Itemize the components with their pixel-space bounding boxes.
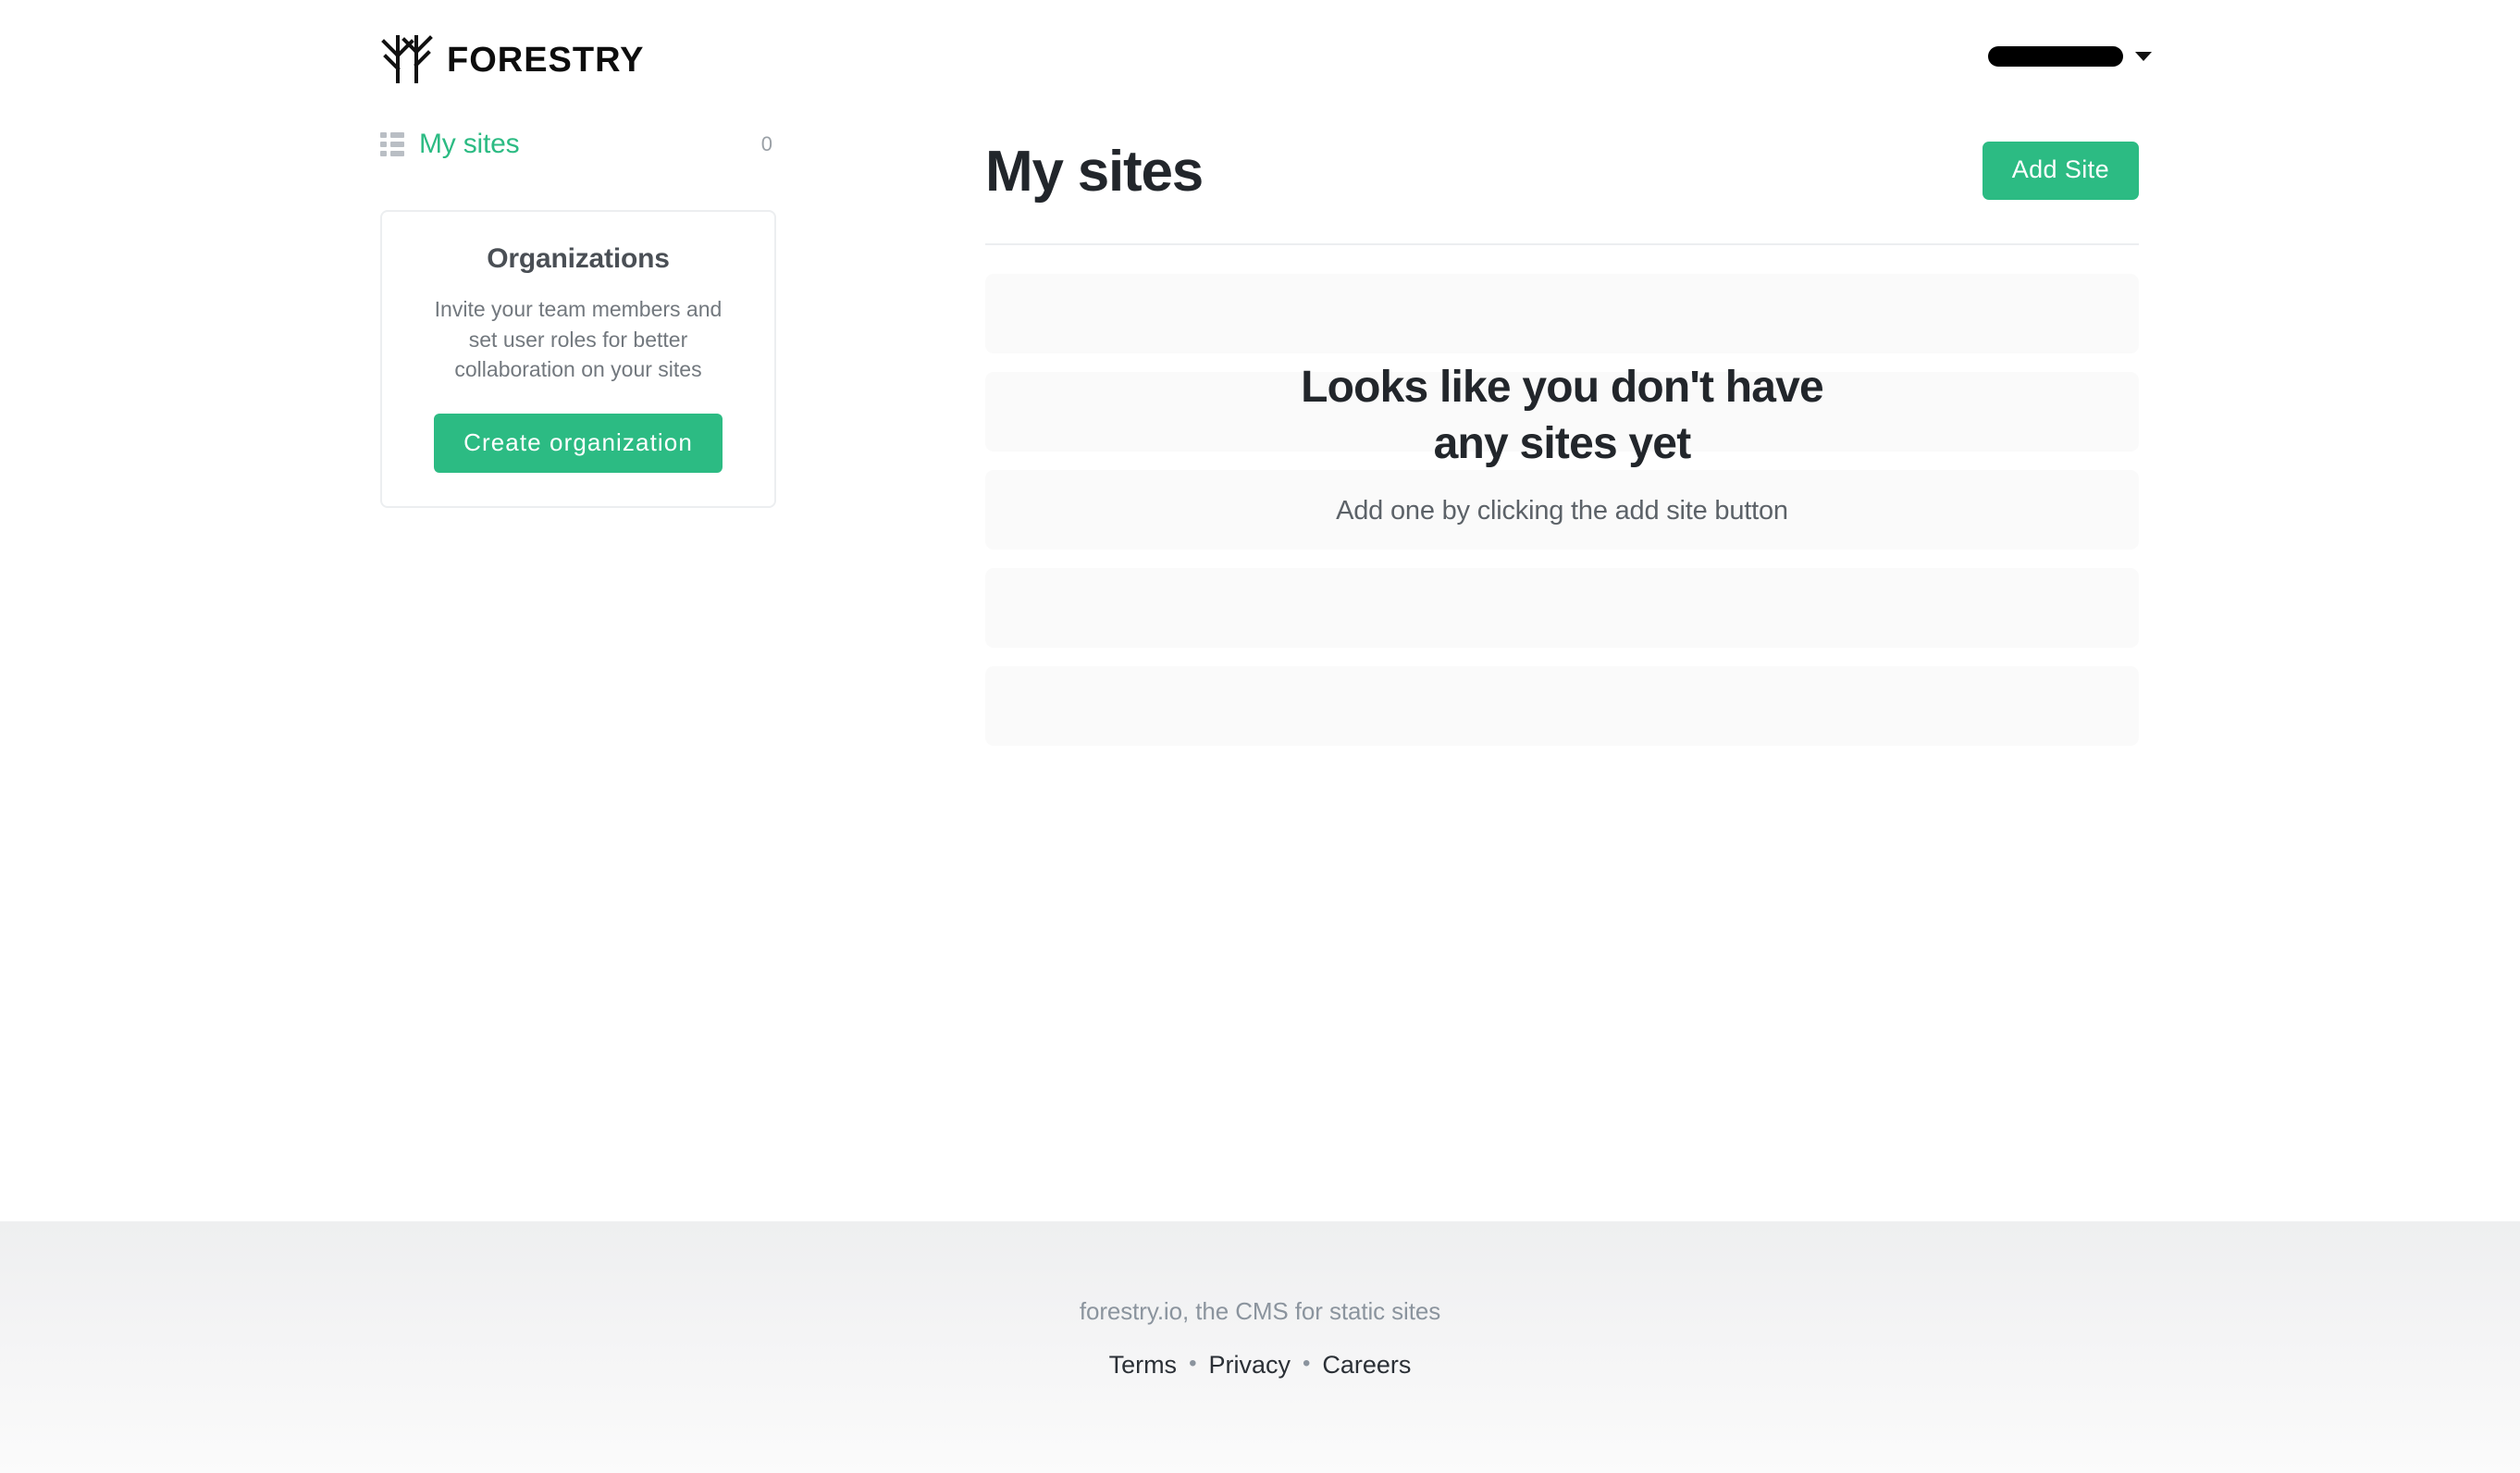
sidebar-item-label: My sites [419,129,520,159]
sidebar: My sites 0 Organizations Invite your tea… [380,122,776,508]
header-divider [985,243,2139,245]
skeleton-row [985,470,2139,550]
page-title: My sites [985,140,1204,204]
site-header: FORESTRY [0,0,2520,122]
footer-links: Terms • Privacy • Careers [0,1351,2520,1380]
forestry-tree-logo-icon [380,31,434,88]
footer-separator: • [1302,1350,1311,1376]
organizations-card-description: Invite your team members and set user ro… [434,297,723,382]
user-menu[interactable] [1988,46,2152,67]
organizations-card: Organizations Invite your team members a… [380,210,776,508]
footer-link-careers[interactable]: Careers [1322,1351,1411,1380]
organizations-card-title: Organizations [487,243,670,274]
user-display-name [1988,46,2123,67]
footer-separator: • [1189,1350,1197,1376]
list-icon [380,132,404,156]
footer-link-terms[interactable]: Terms [1109,1351,1178,1380]
main-content: My sites Add Site Looks like you don't h… [985,122,2139,746]
skeleton-placeholder-list [985,274,2139,746]
app-root: FORESTRY My sites 0 Organizations Invite… [0,0,2520,1473]
footer-link-privacy[interactable]: Privacy [1208,1351,1291,1380]
sidebar-item-count: 0 [760,132,772,155]
add-site-button[interactable]: Add Site [1982,141,2139,200]
sidebar-nav: My sites 0 [380,122,776,167]
skeleton-row [985,372,2139,452]
forestry-logo[interactable]: FORESTRY [380,31,645,88]
skeleton-row [985,568,2139,648]
main-header: My sites Add Site [985,122,2139,218]
sites-area: Looks like you don't have any sites yet … [985,274,2139,746]
brand-wordmark: FORESTRY [447,40,645,80]
skeleton-row [985,274,2139,353]
chevron-down-icon[interactable] [2135,52,2152,61]
create-organization-button[interactable]: Create organization [434,413,723,473]
page-body: My sites 0 Organizations Invite your tea… [0,122,2520,1221]
sidebar-item-my-sites[interactable]: My sites 0 [380,122,776,167]
footer-tagline: forestry.io, the CMS for static sites [1079,1297,1441,1325]
site-footer: forestry.io, the CMS for static sites Te… [0,1221,2520,1473]
skeleton-row [985,666,2139,746]
